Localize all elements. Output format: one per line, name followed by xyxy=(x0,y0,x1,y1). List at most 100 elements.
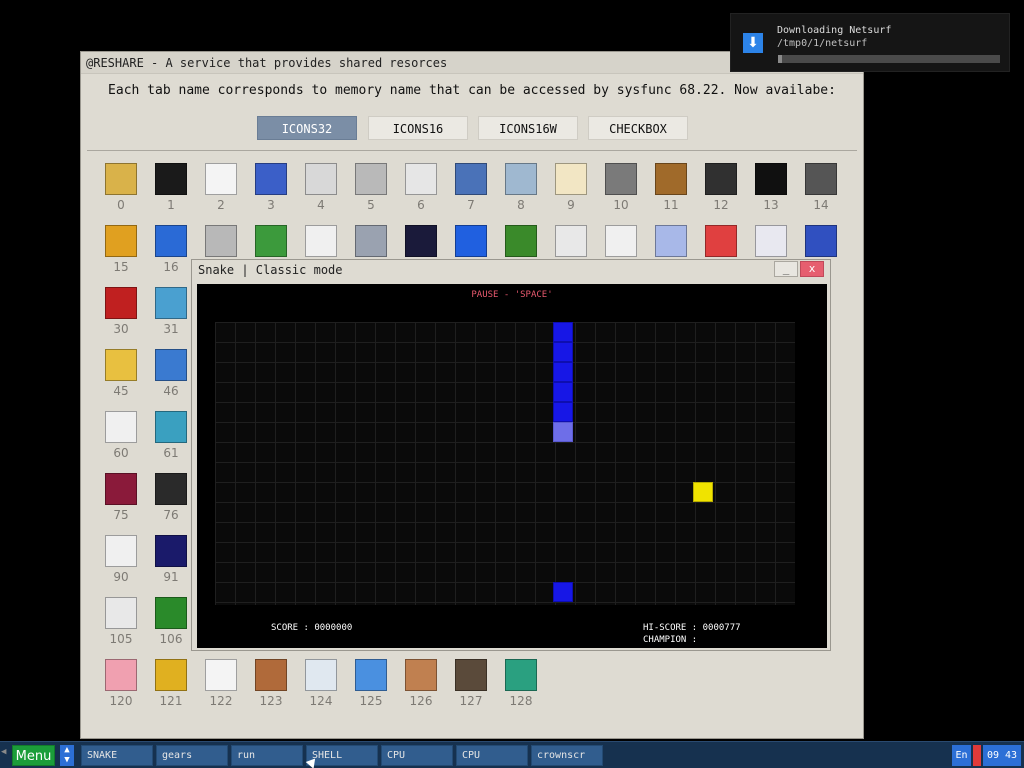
window-icon xyxy=(205,163,237,195)
calculator-icon xyxy=(305,163,337,195)
cube-icon xyxy=(705,225,737,257)
icon-number: 8 xyxy=(517,198,525,212)
icon-number: 121 xyxy=(159,694,183,708)
icon-item[interactable]: 12 xyxy=(696,163,746,223)
icon-item[interactable]: 13 xyxy=(746,163,796,223)
icon-item[interactable]: 45 xyxy=(96,349,146,409)
icon-number: 9 xyxy=(567,198,575,212)
floppy-disk-icon xyxy=(255,163,287,195)
task-button-cpu[interactable]: CPU xyxy=(381,745,453,766)
icon-item[interactable]: 76 xyxy=(146,473,196,533)
snake-segment xyxy=(553,382,573,402)
spreadsheet-icon xyxy=(755,225,787,257)
desktop-icon xyxy=(155,411,187,443)
menu-button[interactable]: Menu xyxy=(12,745,55,766)
icon-item[interactable]: 124 xyxy=(296,659,346,719)
icon-item[interactable]: 31 xyxy=(146,287,196,347)
taskbar-scroll-icon[interactable]: ▲ ▼ xyxy=(60,745,74,766)
monitor-icon xyxy=(455,163,487,195)
taskbar-left-arrow-icon[interactable]: ◀ xyxy=(1,747,6,757)
close-button[interactable]: x xyxy=(800,261,824,277)
icon-item[interactable]: 122 xyxy=(196,659,246,719)
icon-number: 61 xyxy=(163,446,179,460)
icon-item[interactable]: 91 xyxy=(146,535,196,595)
icon-item[interactable]: 128 xyxy=(496,659,546,719)
icon-item[interactable]: 0 xyxy=(96,163,146,223)
folder-icon xyxy=(105,349,137,381)
icon-item[interactable]: 15 xyxy=(96,225,146,285)
pencil-icon xyxy=(105,225,137,257)
terminal-icon xyxy=(155,163,187,195)
icon-item[interactable]: 127 xyxy=(446,659,496,719)
clock[interactable]: 09 43 xyxy=(983,745,1021,766)
icon-item[interactable]: 60 xyxy=(96,411,146,471)
icon-number: 4 xyxy=(317,198,325,212)
icon-item[interactable]: 2 xyxy=(196,163,246,223)
snake-window: Snake | Classic mode _ x PAUSE - 'SPACE'… xyxy=(191,259,831,651)
icon-item[interactable]: 61 xyxy=(146,411,196,471)
text-document-icon xyxy=(305,225,337,257)
icon-number: 60 xyxy=(113,446,129,460)
icon-item[interactable]: 106 xyxy=(146,597,196,657)
cabinet-icon xyxy=(505,163,537,195)
icon-number: 90 xyxy=(113,570,129,584)
icon-item[interactable]: 1 xyxy=(146,163,196,223)
globe-icon xyxy=(355,659,387,691)
champion-text: CHAMPION : xyxy=(643,635,698,645)
task-button-snake[interactable]: SNAKE xyxy=(81,745,153,766)
icon-item[interactable]: 6 xyxy=(396,163,446,223)
task-button-cpu[interactable]: CPU xyxy=(456,745,528,766)
icon-item[interactable]: 121 xyxy=(146,659,196,719)
icon-number: 122 xyxy=(209,694,233,708)
icon-item[interactable]: 4 xyxy=(296,163,346,223)
tetris-icon xyxy=(405,225,437,257)
board-icon xyxy=(155,225,187,257)
notification-path: /tmp0/1/netsurf xyxy=(777,38,868,49)
task-button-gears[interactable]: gears xyxy=(156,745,228,766)
icon-item[interactable]: 123 xyxy=(246,659,296,719)
mine-icon xyxy=(805,163,837,195)
snake-title-bar[interactable]: Snake | Classic mode xyxy=(192,260,830,280)
monk-icon xyxy=(455,659,487,691)
status-indicator xyxy=(973,745,981,766)
download-progress-bar xyxy=(778,55,1000,63)
task-button-run[interactable]: run xyxy=(231,745,303,766)
gauge-icon xyxy=(155,659,187,691)
icon-item[interactable]: 7 xyxy=(446,163,496,223)
icon-item[interactable]: 30 xyxy=(96,287,146,347)
icon-item[interactable]: 126 xyxy=(396,659,446,719)
basic-icon xyxy=(155,535,187,567)
language-indicator[interactable]: En xyxy=(952,745,971,766)
icon-item[interactable]: 105 xyxy=(96,597,146,657)
task-button-crownscr[interactable]: crownscr xyxy=(531,745,603,766)
icon-item[interactable]: 46 xyxy=(146,349,196,409)
icon-item[interactable]: 125 xyxy=(346,659,396,719)
icon-number: 124 xyxy=(309,694,333,708)
icon-item[interactable]: 3 xyxy=(246,163,296,223)
blocks-icon xyxy=(255,225,287,257)
minimize-button[interactable]: _ xyxy=(774,261,798,277)
flowers-icon xyxy=(105,287,137,319)
icon-number: 2 xyxy=(217,198,225,212)
icon-number: 106 xyxy=(159,632,183,646)
icon-number: 91 xyxy=(163,570,179,584)
icon-item[interactable]: 8 xyxy=(496,163,546,223)
icon-item[interactable]: 14 xyxy=(796,163,846,223)
icon-number: 127 xyxy=(459,694,483,708)
icon-item[interactable]: 11 xyxy=(646,163,696,223)
icon-item[interactable]: 120 xyxy=(96,659,146,719)
game-icon xyxy=(705,163,737,195)
icon-item[interactable]: 75 xyxy=(96,473,146,533)
icon-number: 105 xyxy=(109,632,133,646)
icon-number: 120 xyxy=(109,694,133,708)
pause-hint: PAUSE - 'SPACE' xyxy=(471,290,553,300)
icon-item[interactable]: 10 xyxy=(596,163,646,223)
fax-icon xyxy=(205,225,237,257)
icon-item[interactable]: 16 xyxy=(146,225,196,285)
download-notification[interactable]: ⬇ Downloading Netsurf /tmp0/1/netsurf xyxy=(730,13,1010,72)
snake-game-field[interactable]: PAUSE - 'SPACE' SCORE : 0000000 HI-SCORE… xyxy=(197,284,827,648)
icon-item[interactable]: 90 xyxy=(96,535,146,595)
snake-segment xyxy=(553,322,573,342)
icon-item[interactable]: 5 xyxy=(346,163,396,223)
icon-item[interactable]: 9 xyxy=(546,163,596,223)
